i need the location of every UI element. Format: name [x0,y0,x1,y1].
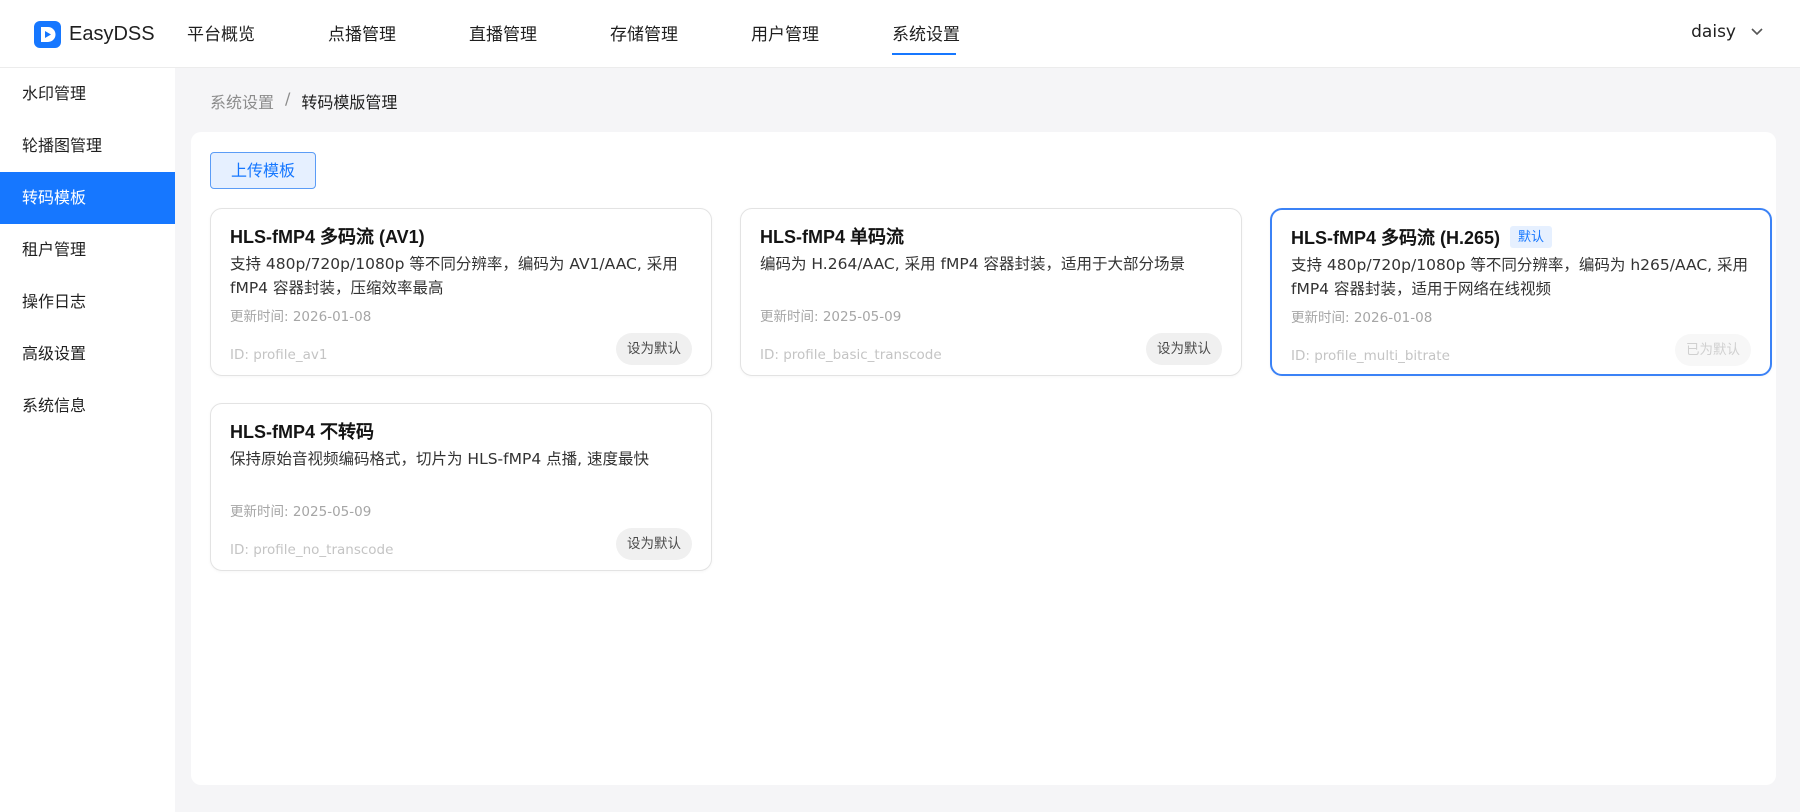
sidebar-item-watermark[interactable]: 水印管理 [0,68,175,120]
card-description: 保持原始音视频编码格式，切片为 HLS-fMP4 点播, 速度最快 [230,450,649,468]
already-default-button: 已为默认 [1675,334,1751,366]
upload-template-button[interactable]: 上传模板 [210,152,316,189]
nav-platform-overview[interactable]: 平台概览 [187,0,328,68]
chevron-down-icon [1751,28,1763,36]
card-title-text: HLS-fMP4 多码流 (H.265) [1291,228,1501,248]
user-menu[interactable]: daisy [1691,22,1764,42]
card-description: 编码为 H.264/AAC, 采用 fMP4 容器封装，适用于大部分场景 [760,255,1185,273]
sidebar-item-transcode-template[interactable]: 转码模板 [0,172,175,224]
sidebar: 水印管理 轮播图管理 转码模板 租户管理 操作日志 高级设置 系统信息 [0,68,175,812]
nav-vod-management[interactable]: 点播管理 [328,0,469,68]
nav-user-management[interactable]: 用户管理 [751,0,892,68]
sidebar-item-tenant[interactable]: 租户管理 [0,224,175,276]
template-card[interactable]: HLS-fMP4 多码流 (AV1) 支持 480p/720p/1080p 等不… [210,208,712,376]
sidebar-item-carousel[interactable]: 轮播图管理 [0,120,175,172]
nav-live-management[interactable]: 直播管理 [469,0,610,68]
card-description: 支持 480p/720p/1080p 等不同分辨率，编码为 h265/AAC, … [1291,256,1749,298]
sidebar-item-operation-log[interactable]: 操作日志 [0,276,175,328]
card-title: HLS-fMP4 单码流 [760,223,904,249]
template-card-default[interactable]: HLS-fMP4 多码流 (H.265) 默认 支持 480p/720p/108… [1270,208,1772,376]
breadcrumb-parent[interactable]: 系统设置 [210,89,274,113]
top-bar: EasyDSS 平台概览 点播管理 直播管理 存储管理 用户管理 系统设置 da… [0,0,1800,68]
template-card[interactable]: HLS-fMP4 不转码 保持原始音视频编码格式，切片为 HLS-fMP4 点播… [210,403,712,571]
template-card[interactable]: HLS-fMP4 单码流 编码为 H.264/AAC, 采用 fMP4 容器封装… [740,208,1242,376]
nav-storage-management[interactable]: 存储管理 [610,0,751,68]
breadcrumb-current: 转码模版管理 [301,93,398,112]
easydss-logo-icon [34,20,61,48]
card-updated-time: 更新时间: 2026-01-08 [230,309,372,325]
card-title: HLS-fMP4 不转码 [230,418,374,444]
user-name: daisy [1691,22,1736,42]
sidebar-item-advanced-settings[interactable]: 高级设置 [0,328,175,380]
main-nav: 平台概览 点播管理 直播管理 存储管理 用户管理 系统设置 [187,0,1033,68]
content-panel: 上传模板 HLS-fMP4 多码流 (AV1) 支持 480p/720p/108… [191,132,1776,785]
card-updated-time: 更新时间: 2025-05-09 [760,309,902,325]
card-title: HLS-fMP4 多码流 (AV1) [230,223,425,249]
card-title-text: HLS-fMP4 不转码 [230,422,374,442]
set-default-button[interactable]: 设为默认 [616,528,692,560]
set-default-button[interactable]: 设为默认 [616,333,692,365]
nav-system-settings[interactable]: 系统设置 [892,0,1033,68]
brand-name: EasyDSS [69,22,155,45]
card-id: ID: profile_multi_bitrate [1291,348,1450,364]
card-updated-time: 更新时间: 2026-01-08 [1291,310,1433,326]
card-title-text: HLS-fMP4 多码流 (AV1) [230,227,425,247]
card-title: HLS-fMP4 多码流 (H.265) 默认 [1291,224,1553,250]
card-updated-time: 更新时间: 2025-05-09 [230,504,372,520]
default-badge: 默认 [1510,226,1553,248]
breadcrumb: 系统设置 / 转码模版管理 [210,89,397,113]
card-title-text: HLS-fMP4 单码流 [760,227,904,247]
card-id: ID: profile_no_transcode [230,542,394,558]
set-default-button[interactable]: 设为默认 [1146,333,1222,365]
breadcrumb-separator: / [285,89,291,108]
card-id: ID: profile_av1 [230,347,328,363]
card-id: ID: profile_basic_transcode [760,347,942,363]
sidebar-item-system-info[interactable]: 系统信息 [0,380,175,432]
logo[interactable]: EasyDSS [34,19,155,49]
card-description: 支持 480p/720p/1080p 等不同分辨率，编码为 AV1/AAC, 采… [230,255,678,297]
